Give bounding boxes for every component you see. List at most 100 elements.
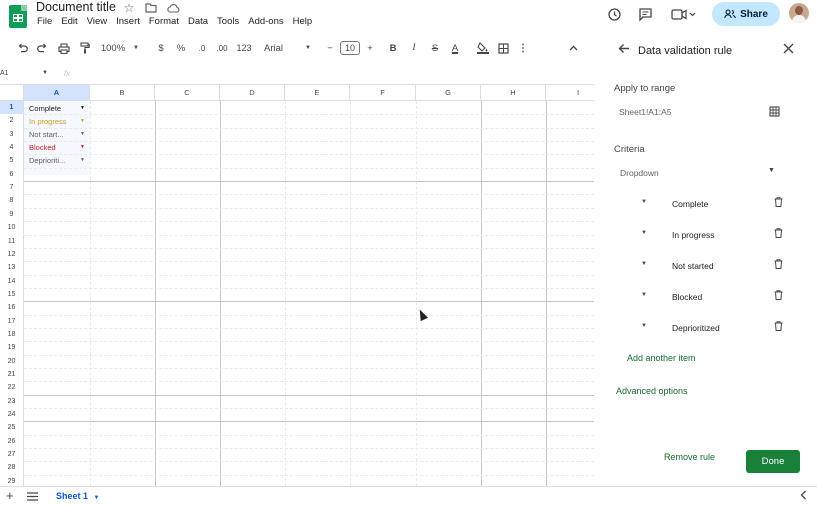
dropdown-item-input[interactable]: Not started (672, 261, 714, 271)
row-header[interactable]: 26 (0, 434, 24, 449)
menu-addons[interactable]: Add-ons (248, 16, 283, 27)
menu-view[interactable]: View (87, 16, 107, 27)
column-header-a[interactable]: A (24, 85, 90, 101)
menu-insert[interactable]: Insert (116, 16, 140, 27)
row-header[interactable]: 17 (0, 314, 24, 328)
bold-button[interactable]: B (387, 40, 399, 56)
sheets-logo-icon[interactable] (9, 5, 27, 28)
range-input[interactable]: Sheet1!A1:A5 (614, 102, 789, 122)
close-icon[interactable] (783, 41, 794, 57)
font-select[interactable]: Arial (264, 40, 288, 56)
chip-arrow-icon[interactable]: ▼ (80, 128, 85, 141)
text-color-button[interactable]: A (449, 40, 461, 56)
row-header[interactable]: 5 (0, 154, 24, 168)
row-header[interactable]: 22 (0, 381, 24, 395)
print-icon[interactable] (57, 40, 71, 56)
name-box[interactable]: A1 (0, 70, 9, 77)
item-color-dropdown-icon[interactable]: ▼ (641, 230, 647, 236)
cell-a5-dropdown[interactable]: Deprioriti... ▼ (29, 154, 85, 167)
delete-item-icon[interactable] (774, 197, 783, 210)
spreadsheet-grid[interactable]: A B C D E F G H I 1 2 3 4 5 6 7 8 9 10 11 12 13 14 15 1… (0, 84, 594, 486)
row-header[interactable]: 2 (0, 114, 24, 128)
menu-edit[interactable]: Edit (61, 16, 77, 27)
column-header-c[interactable]: C (155, 85, 220, 101)
decrease-font-size-button[interactable]: − (324, 40, 336, 56)
collapse-panel-icon[interactable] (800, 489, 807, 503)
font-dropdown-icon[interactable]: ▼ (303, 40, 313, 56)
row-header[interactable]: 19 (0, 341, 24, 355)
row-header[interactable]: 1 (0, 101, 24, 115)
fill-color-icon[interactable] (476, 40, 490, 56)
add-sheet-icon[interactable]: + (6, 488, 14, 503)
sheet-tab-dropdown-icon[interactable]: ▼ (94, 495, 100, 501)
done-button[interactable]: Done (746, 450, 800, 473)
row-header[interactable]: 10 (0, 221, 24, 235)
sheet-tab-1[interactable]: Sheet 1 ▼ (56, 491, 99, 501)
item-color-dropdown-icon[interactable]: ▼ (641, 261, 647, 267)
item-color-dropdown-icon[interactable]: ▼ (641, 292, 647, 298)
delete-item-icon[interactable] (774, 321, 783, 334)
row-header[interactable]: 27 (0, 448, 24, 462)
dropdown-item-input[interactable]: Deprioritized (672, 323, 720, 333)
row-header[interactable]: 25 (0, 421, 24, 435)
menu-format[interactable]: Format (149, 16, 179, 27)
select-range-icon[interactable] (769, 106, 780, 120)
font-size-field[interactable]: 10 (340, 40, 360, 56)
avatar[interactable] (789, 3, 809, 23)
row-header[interactable]: 11 (0, 234, 24, 248)
row-header[interactable]: 3 (0, 127, 24, 142)
increase-decimal-button[interactable]: .00 (214, 40, 230, 56)
column-header-h[interactable]: H (481, 85, 546, 101)
row-header[interactable]: 18 (0, 327, 24, 342)
cell-a2-dropdown[interactable]: In progress ▼ (29, 115, 85, 128)
folder-icon[interactable] (144, 1, 158, 15)
chip-arrow-icon[interactable]: ▼ (80, 115, 85, 128)
all-sheets-icon[interactable] (27, 490, 38, 504)
document-title[interactable]: Document title (36, 0, 116, 14)
row-header[interactable]: 24 (0, 408, 24, 422)
advanced-options-link[interactable]: Advanced options (616, 386, 688, 396)
column-header-i[interactable]: I (546, 85, 594, 101)
row-header[interactable]: 14 (0, 274, 24, 288)
back-arrow-icon[interactable] (618, 42, 630, 57)
row-header[interactable]: 28 (0, 461, 24, 475)
comments-icon[interactable] (637, 6, 653, 22)
menu-data[interactable]: Data (188, 16, 208, 27)
delete-item-icon[interactable] (774, 259, 783, 272)
column-header-e[interactable]: E (285, 85, 350, 101)
item-color-dropdown-icon[interactable]: ▼ (641, 323, 647, 329)
row-header[interactable]: 9 (0, 207, 24, 222)
cell-a4-dropdown[interactable]: Blocked ▼ (29, 141, 85, 154)
remove-rule-button[interactable]: Remove rule (664, 452, 715, 462)
row-header[interactable]: 13 (0, 261, 24, 275)
delete-item-icon[interactable] (774, 228, 783, 241)
more-options-icon[interactable]: ⋮ (516, 40, 530, 56)
row-header[interactable]: 23 (0, 394, 24, 409)
chip-arrow-icon[interactable]: ▼ (80, 154, 85, 167)
collapse-toolbar-icon[interactable] (566, 40, 580, 56)
meet-icon[interactable] (670, 6, 698, 22)
row-header[interactable]: 29 (0, 474, 24, 486)
redo-icon[interactable] (35, 40, 49, 56)
row-header[interactable]: 16 (0, 301, 24, 315)
menu-help[interactable]: Help (293, 16, 313, 27)
add-another-item-link[interactable]: Add another item (627, 353, 696, 363)
criteria-dropdown-icon[interactable]: ▼ (768, 167, 775, 174)
cloud-status-icon[interactable] (166, 1, 180, 15)
paint-format-icon[interactable] (78, 40, 92, 56)
chip-arrow-icon[interactable]: ▼ (80, 102, 85, 115)
column-header-f[interactable]: F (350, 85, 416, 101)
borders-icon[interactable] (496, 40, 510, 56)
strikethrough-button[interactable]: S (429, 40, 441, 56)
star-icon[interactable]: ☆ (122, 1, 136, 15)
delete-item-icon[interactable] (774, 290, 783, 303)
dropdown-item-input[interactable]: Complete (672, 199, 708, 209)
row-header[interactable]: 21 (0, 368, 24, 382)
row-header[interactable]: 12 (0, 247, 24, 262)
number-format-button[interactable]: 123 (235, 40, 253, 56)
chip-arrow-icon[interactable]: ▼ (80, 141, 85, 154)
row-header[interactable]: 4 (0, 141, 24, 155)
row-header[interactable]: 15 (0, 287, 24, 302)
cell-a1-dropdown[interactable]: Complete ▼ (29, 102, 85, 115)
menu-tools[interactable]: Tools (217, 16, 239, 27)
